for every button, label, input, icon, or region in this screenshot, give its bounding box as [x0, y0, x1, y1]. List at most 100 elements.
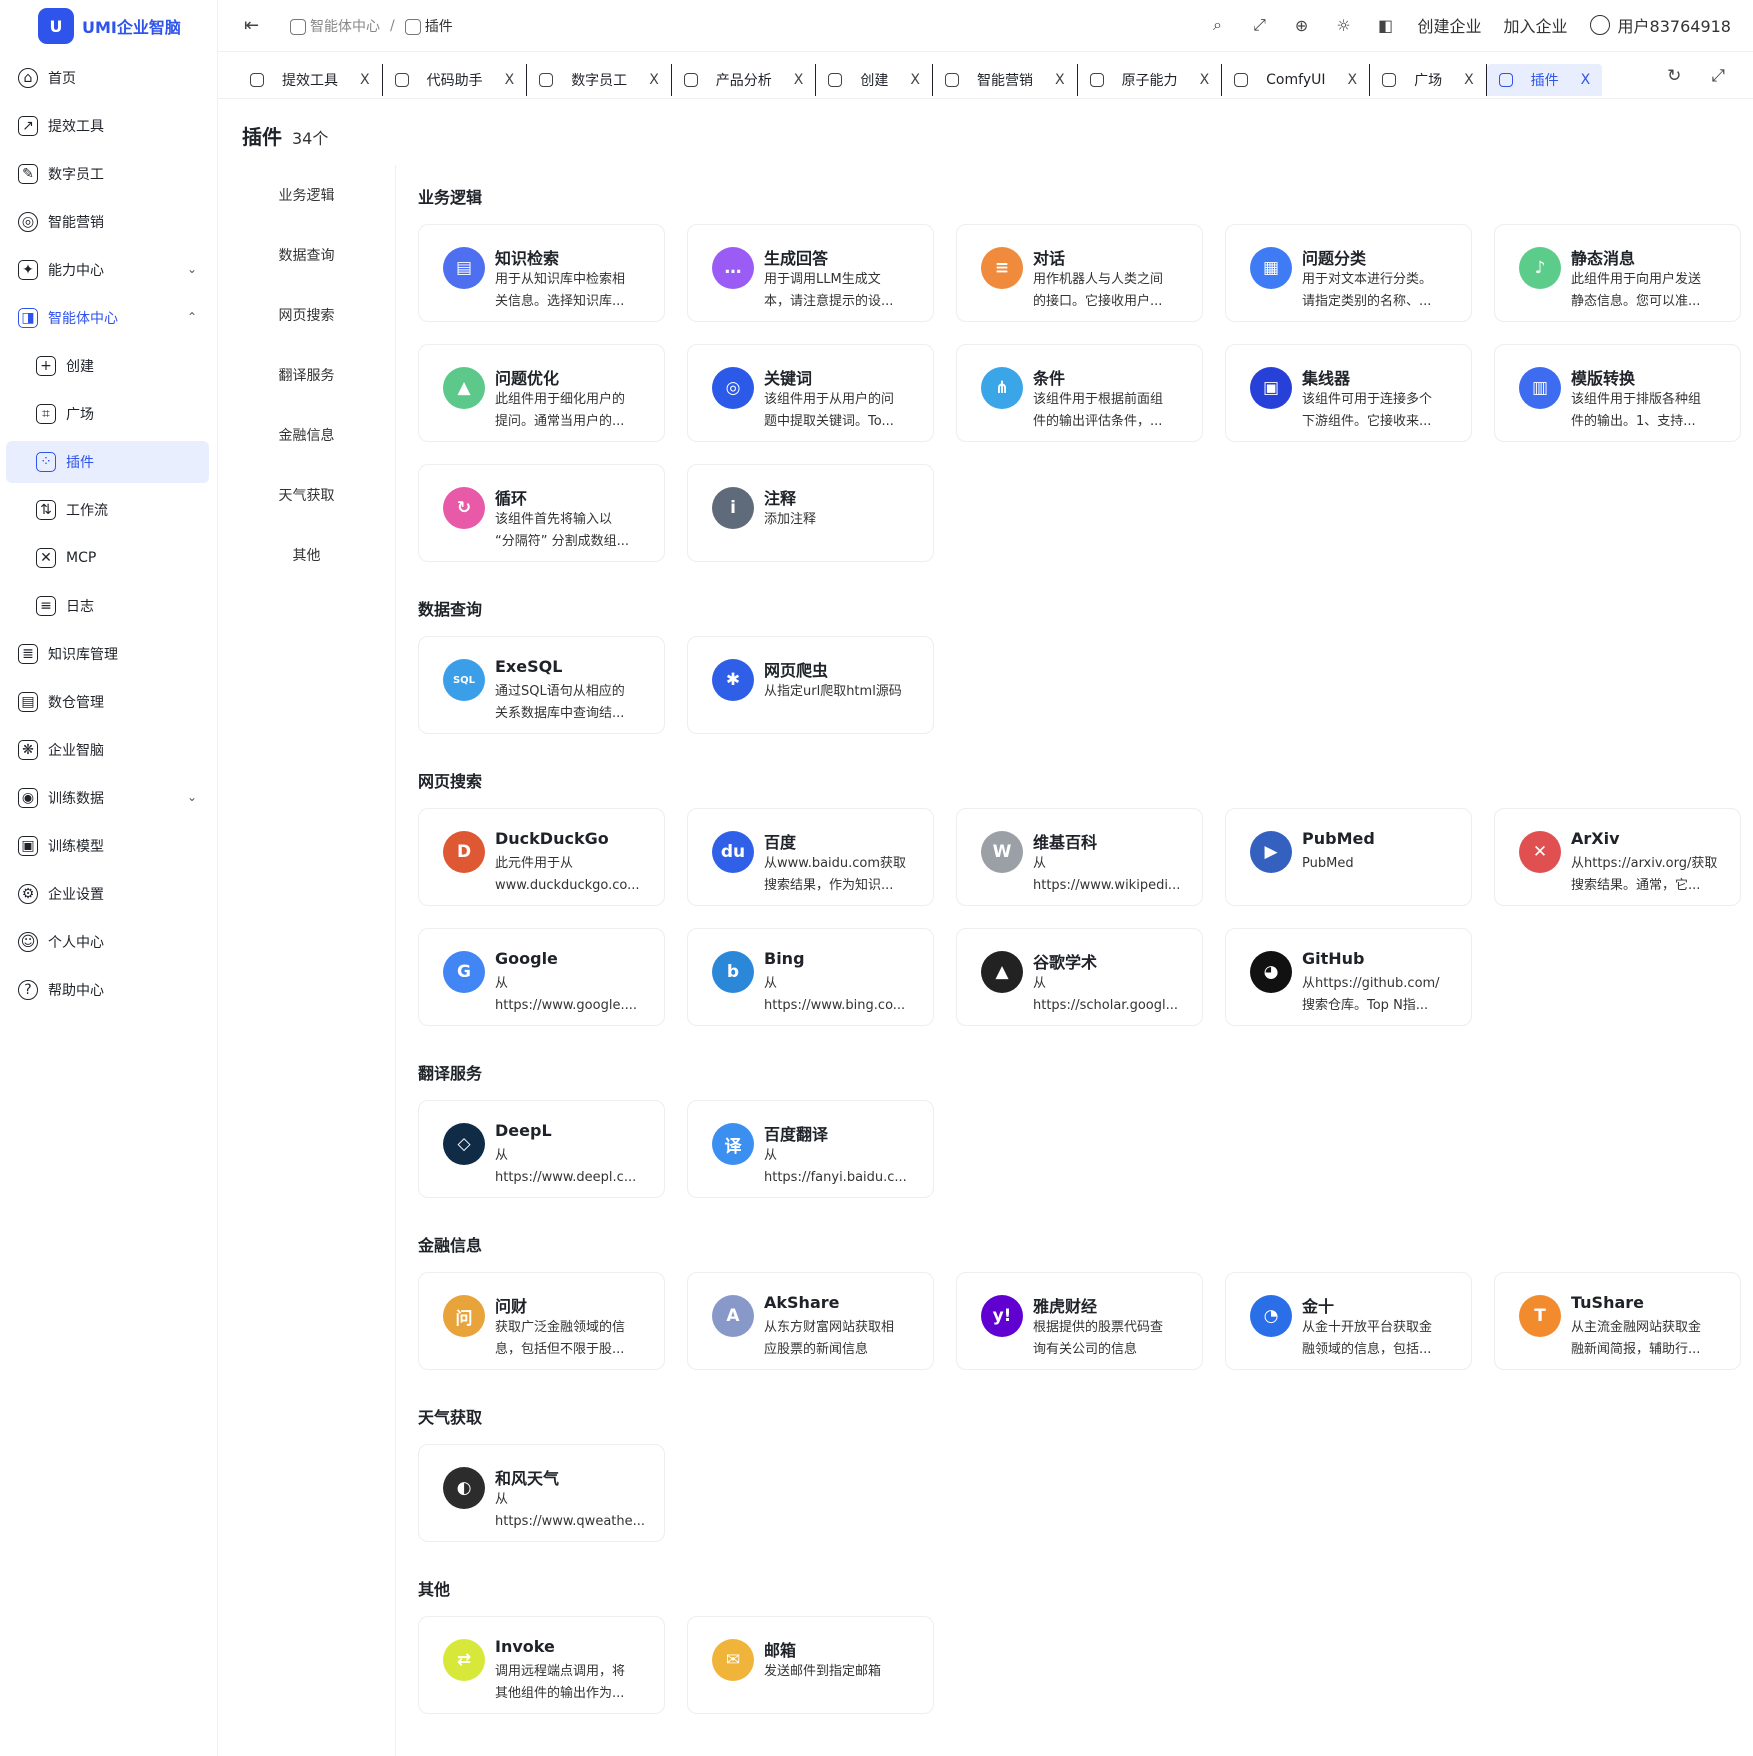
plugin-card[interactable]: y! 雅虎财经 根据提供的股票代码查 询有关公司的信息 — [956, 1272, 1203, 1370]
plugin-card[interactable]: ↻ 循环 该组件首先将输入以 “分隔符” 分割成数组... — [418, 464, 665, 562]
plugin-card[interactable]: ⇄ Invoke 调用远程端点调用，将 其他组件的输出作为... — [418, 1616, 665, 1714]
plugin-description-line: 根据提供的股票代码查 — [1033, 1320, 1164, 1335]
sidebar-item-14[interactable]: ❋ 企业智脑 — [6, 729, 209, 771]
plugin-card[interactable]: D DuckDuckGo 此元件用于从 www.duckduckgo.co... — [418, 808, 665, 906]
sidebar-item-17[interactable]: ⚙ 企业设置 — [6, 873, 209, 915]
plugin-card[interactable]: ⋔ 条件 该组件用于根据前面组 件的输出评估条件，... — [956, 344, 1203, 442]
category-item[interactable]: 数据查询 — [218, 225, 395, 285]
tab-9[interactable]: 插件 X — [1486, 64, 1603, 96]
category-item[interactable]: 金融信息 — [218, 405, 395, 465]
plugin-card[interactable]: SQL ExeSQL 通过SQL语句从相应的 关系数据库中查询结... — [418, 636, 665, 734]
sidebar-item-1[interactable]: ↗ 提效工具 — [6, 105, 209, 147]
close-icon[interactable]: X — [1347, 72, 1357, 88]
fullscreen-icon[interactable]: ⤢ — [1250, 15, 1270, 35]
tab-6[interactable]: 原子能力 X — [1078, 64, 1223, 96]
sidebar-item-15[interactable]: ◉ 训练数据 ⌄ — [6, 777, 209, 819]
close-icon[interactable]: X — [1055, 72, 1065, 88]
sidebar-item-4[interactable]: ✦ 能力中心 ⌄ — [6, 249, 209, 291]
sidebar-item-label: 智能营销 — [48, 215, 104, 231]
tab-5[interactable]: 智能营销 X — [933, 64, 1078, 96]
sidebar-item-19[interactable]: ? 帮助中心 — [6, 969, 209, 1011]
theme-icon[interactable]: ☼ — [1334, 15, 1354, 35]
close-icon[interactable]: X — [794, 72, 804, 88]
sidebar-item-8[interactable]: ⁘ 插件 — [6, 441, 209, 483]
plugin-card[interactable]: ✉ 邮箱 发送邮件到指定邮箱 — [687, 1616, 934, 1714]
collapse-sidebar-icon[interactable]: ⇤ — [244, 15, 259, 36]
sidebar-item-2[interactable]: ✎ 数字员工 — [6, 153, 209, 195]
chevron-icon[interactable]: ⌃ — [187, 310, 197, 324]
plugin-card[interactable]: ≡ 对话 用作机器人与人类之间 的接口。它接收用户... — [956, 224, 1203, 322]
sidebar-item-6[interactable]: + 创建 — [6, 345, 209, 387]
sidebar-item-9[interactable]: ⇅ 工作流 — [6, 489, 209, 531]
plugin-card[interactable]: ◕ GitHub 从https://github.com/搜索仓库。Top N指..… — [1225, 928, 1472, 1026]
sidebar-item-12[interactable]: ≣ 知识库管理 — [6, 633, 209, 675]
close-icon[interactable]: X — [910, 72, 920, 88]
sidebar-item-18[interactable]: ☺ 个人中心 — [6, 921, 209, 963]
chevron-icon[interactable]: ⌄ — [187, 790, 197, 804]
close-icon[interactable]: X — [1464, 72, 1474, 88]
plugin-card[interactable]: G Google 从 https://www.google.... — [418, 928, 665, 1026]
category-item[interactable]: 翻译服务 — [218, 345, 395, 405]
user-menu[interactable]: 用户83764918 — [1589, 13, 1731, 37]
plugin-card[interactable]: i 注释 添加注释 — [687, 464, 934, 562]
plugin-card[interactable]: ✕ ArXiv 从https://arxiv.org/获取 搜索结果。通常，它... — [1494, 808, 1741, 906]
expand-icon[interactable]: ⤢ — [1711, 66, 1725, 86]
breadcrumb-item-agent-center[interactable]: 智能体中心 — [290, 16, 380, 36]
sidebar-item-5[interactable]: ◨ 智能体中心 ⌃ — [6, 297, 209, 339]
plugin-card[interactable]: ♪ 静态消息 此组件用于向用户发送 静态信息。您可以准... — [1494, 224, 1741, 322]
plugin-description-line: 此组件用于细化用户的 — [495, 392, 626, 407]
sidebar-item-11[interactable]: ≡ 日志 — [6, 585, 209, 627]
sidebar-item-13[interactable]: ▤ 数仓管理 — [6, 681, 209, 723]
tab-8[interactable]: 广场 X — [1370, 64, 1487, 96]
category-item[interactable]: 业务逻辑 — [218, 165, 395, 225]
plugin-card[interactable]: ▥ 模版转换 该组件用于排版各种组 件的输出。1、支持... — [1494, 344, 1741, 442]
plugin-card[interactable]: … 生成回答 用于调用LLM生成文 本，请注意提示的设... — [687, 224, 934, 322]
refresh-icon[interactable]: ↻ — [1667, 66, 1681, 86]
sidebar-item-10[interactable]: ✕ MCP — [6, 537, 209, 579]
plugin-card[interactable]: ✱ 网页爬虫 从指定url爬取html源码 — [687, 636, 934, 734]
plugin-card[interactable]: ▦ 问题分类 用于对文本进行分类。 请指定类别的名称、... — [1225, 224, 1472, 322]
plugin-card[interactable]: A AkShare 从东方财富网站获取相 应股票的新闻信息 — [687, 1272, 934, 1370]
join-enterprise-link[interactable]: 加入企业 — [1504, 13, 1568, 37]
plugin-card[interactable]: ▶ PubMed PubMed — [1225, 808, 1472, 906]
sidebar-item-16[interactable]: ▣ 训练模型 — [6, 825, 209, 867]
create-enterprise-link[interactable]: 创建企业 — [1418, 13, 1482, 37]
close-icon[interactable]: X — [649, 72, 659, 88]
tab-0[interactable]: 提效工具 X — [238, 64, 383, 96]
plugin-card[interactable]: W 维基百科从 https://www.wikipedi... — [956, 808, 1203, 906]
plugin-card[interactable]: ▤ 知识检索 用于从知识库中检索相 关信息。选择知识库... — [418, 224, 665, 322]
tab-1[interactable]: 代码助手 X — [383, 64, 528, 96]
tab-3[interactable]: 产品分析 X — [672, 64, 817, 96]
plugin-card[interactable]: T TuShare 从主流金融网站获取金 融新闻简报，辅助行... — [1494, 1272, 1741, 1370]
plugin-card[interactable]: ▲ 问题优化 此组件用于细化用户的 提问。通常当用户的... — [418, 344, 665, 442]
tab-2[interactable]: 数字员工 X — [527, 64, 672, 96]
close-icon[interactable]: X — [1581, 72, 1591, 88]
plugin-card[interactable]: ◔ 金十 从金十开放平台获取金 融领域的信息，包括... — [1225, 1272, 1472, 1370]
category-item[interactable]: 网页搜索 — [218, 285, 395, 345]
plugin-card[interactable]: 问问财 获取广泛金融领域的信 息，包括但不限于股... — [418, 1272, 665, 1370]
sidebar-item-0[interactable]: ⌂ 首页 — [6, 57, 209, 99]
plugin-card[interactable]: ▣ 集线器 该组件可用于连接多个 下游组件。它接收来... — [1225, 344, 1472, 442]
tab-7[interactable]: ComfyUI X — [1222, 64, 1371, 96]
language-icon[interactable]: ⊕ — [1292, 15, 1312, 35]
plugin-card[interactable]: ◎ 关键词 该组件用于从用户的问 题中提取关键词。To... — [687, 344, 934, 442]
sidebar-item-7[interactable]: ⌗ 广场 — [6, 393, 209, 435]
plugin-card[interactable]: b Bing 从 https://www.bing.co... — [687, 928, 934, 1026]
category-item[interactable]: 天气获取 — [218, 465, 395, 525]
close-icon[interactable]: X — [360, 72, 370, 88]
close-icon[interactable]: X — [505, 72, 515, 88]
chevron-icon[interactable]: ⌄ — [187, 262, 197, 276]
plugin-card[interactable]: ◇ DeepL 从 https://www.deepl.c... — [418, 1100, 665, 1198]
plugin-card[interactable]: ◐ 和风天气从 https://www.qweathe... — [418, 1444, 665, 1542]
sidebar-item-3[interactable]: ◎ 智能营销 — [6, 201, 209, 243]
category-item[interactable]: 其他 — [218, 525, 395, 585]
close-icon[interactable]: X — [1200, 72, 1210, 88]
sidebar-item-label: 提效工具 — [48, 119, 104, 135]
plugin-card[interactable]: ▲ 谷歌学术从 https://scholar.googl... — [956, 928, 1203, 1026]
app-logo[interactable]: U UMI企业智脑 — [38, 6, 181, 46]
search-icon[interactable]: ⌕ — [1208, 15, 1228, 35]
plugin-card[interactable]: 译百度翻译从 https://fanyi.baidu.c... — [687, 1100, 934, 1198]
tab-4[interactable]: 创建 X — [816, 64, 933, 96]
plugin-card[interactable]: du 百度 从www.baidu.com获取 搜索结果，作为知识... — [687, 808, 934, 906]
layout-icon[interactable]: ◧ — [1376, 15, 1396, 35]
